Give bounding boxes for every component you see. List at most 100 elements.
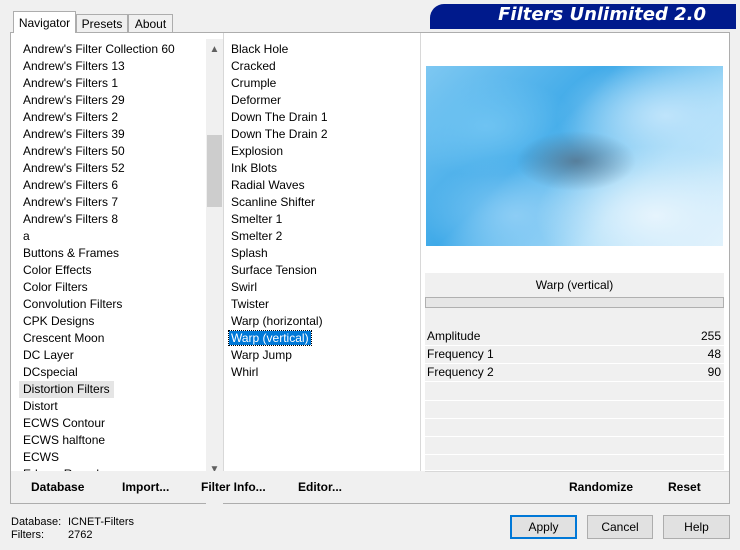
list-item[interactable]: Radial Waves: [227, 177, 417, 194]
empty-row: [425, 454, 724, 455]
apply-button[interactable]: Apply: [510, 515, 577, 539]
list-item[interactable]: Smelter 1: [227, 211, 417, 228]
import-button[interactable]: Import...: [122, 480, 169, 494]
list-item[interactable]: Color Filters: [19, 279, 204, 296]
parameter-slider-track[interactable]: [425, 297, 724, 308]
list-item[interactable]: Crescent Moon: [19, 330, 204, 347]
category-list[interactable]: Andrew's Filter Collection 60 Andrew's Fi…: [19, 41, 204, 473]
list-item[interactable]: Andrew's Filters 13: [19, 58, 204, 75]
chevron-up-icon[interactable]: ▲: [206, 41, 223, 58]
list-item-label: Down The Drain 2: [231, 127, 328, 141]
list-item[interactable]: Andrew's Filters 1: [19, 75, 204, 92]
preview-image: [426, 66, 723, 246]
list-item[interactable]: Splash: [227, 245, 417, 262]
list-item[interactable]: Warp (horizontal): [227, 313, 417, 330]
title-banner: Filters Unlimited 2.0: [430, 4, 736, 26]
list-item[interactable]: Andrew's Filter Collection 60: [19, 41, 204, 58]
list-item[interactable]: Buttons & Frames: [19, 245, 204, 262]
list-item-label: Scanline Shifter: [231, 195, 316, 209]
list-item-label: Splash: [231, 246, 268, 260]
list-item-label: Down The Drain 1: [231, 110, 328, 124]
parameter-name: Frequency 1: [427, 347, 494, 361]
list-item-label: Twister: [231, 297, 270, 311]
help-button[interactable]: Help: [663, 515, 730, 539]
list-item[interactable]: DC Layer: [19, 347, 204, 364]
list-item-label: Radial Waves: [231, 178, 305, 192]
list-item-label: Whirl: [231, 365, 259, 379]
parameter-row-frequency-1[interactable]: Frequency 1 48: [425, 346, 724, 364]
list-item[interactable]: Warp (vertical): [227, 330, 417, 347]
list-item[interactable]: Andrew's Filters 2: [19, 109, 204, 126]
list-item[interactable]: Warp Jump: [227, 347, 417, 364]
empty-row: [425, 400, 724, 401]
list-item[interactable]: Surface Tension: [227, 262, 417, 279]
list-item[interactable]: Whirl: [227, 364, 417, 381]
list-item[interactable]: Andrew's Filters 8: [19, 211, 204, 228]
list-item[interactable]: Andrew's Filters 39: [19, 126, 204, 143]
list-item-label: Deformer: [231, 93, 282, 107]
list-item[interactable]: Crumple: [227, 75, 417, 92]
list-item[interactable]: Andrew's Filters 52: [19, 160, 204, 177]
list-item[interactable]: Explosion: [227, 143, 417, 160]
filter-info-button[interactable]: Filter Info...: [201, 480, 266, 494]
scrollbar-thumb[interactable]: [207, 135, 222, 207]
list-item[interactable]: Twister: [227, 296, 417, 313]
list-item[interactable]: Andrew's Filters 50: [19, 143, 204, 160]
parameter-name: Frequency 2: [427, 365, 494, 379]
list-item[interactable]: DCspecial: [19, 364, 204, 381]
list-item-label: Smelter 2: [231, 229, 283, 243]
parameter-row-frequency-2[interactable]: Frequency 2 90: [425, 364, 724, 382]
database-button[interactable]: Database: [31, 480, 84, 494]
list-item[interactable]: ECWS Contour: [19, 415, 204, 432]
parameter-row-amplitude[interactable]: Amplitude 255: [425, 328, 724, 346]
list-item[interactable]: ECWS halftone: [19, 432, 204, 449]
list-item-label: Cracked: [231, 59, 276, 73]
list-item[interactable]: CPK Designs: [19, 313, 204, 330]
tab-presets[interactable]: Presets: [76, 14, 128, 32]
parameter-value: 90: [707, 365, 721, 379]
list-item-label: Warp (horizontal): [231, 314, 323, 328]
list-item[interactable]: Scanline Shifter: [227, 194, 417, 211]
parameter-value: 48: [707, 347, 721, 361]
list-item[interactable]: Smelter 2: [227, 228, 417, 245]
list-item[interactable]: Ink Blots: [227, 160, 417, 177]
list-item[interactable]: Distortion Filters: [19, 381, 114, 398]
randomize-button[interactable]: Randomize: [569, 480, 633, 494]
list-item-label: Warp (vertical): [228, 330, 312, 346]
list-item-label: Explosion: [231, 144, 284, 158]
filters-count-value: 2762: [68, 529, 93, 541]
list-item-label: Ink Blots: [231, 161, 278, 175]
list-item[interactable]: Andrew's Filters 7: [19, 194, 204, 211]
parameter-title: Warp (vertical): [535, 278, 614, 292]
list-item[interactable]: Down The Drain 2: [227, 126, 417, 143]
empty-row: [425, 418, 724, 419]
list-item[interactable]: Andrew's Filters 6: [19, 177, 204, 194]
database-label: Database:: [11, 516, 62, 528]
list-item[interactable]: Down The Drain 1: [227, 109, 417, 126]
list-item[interactable]: Deformer: [227, 92, 417, 109]
list-item-label: Warp Jump: [231, 348, 292, 362]
category-scrollbar[interactable]: ▲ ▼: [206, 39, 223, 505]
list-item[interactable]: Black Hole: [227, 41, 417, 58]
cancel-button[interactable]: Cancel: [587, 515, 653, 539]
list-item[interactable]: Andrew's Filters 29: [19, 92, 204, 109]
list-item[interactable]: Swirl: [227, 279, 417, 296]
parameter-name: Amplitude: [427, 329, 481, 343]
list-item[interactable]: Convolution Filters: [19, 296, 204, 313]
reset-button[interactable]: Reset: [668, 480, 701, 494]
filters-count-label: Filters:: [11, 529, 44, 541]
list-item-label: Smelter 1: [231, 212, 283, 226]
list-item[interactable]: a: [19, 228, 204, 245]
list-item[interactable]: Color Effects: [19, 262, 204, 279]
tab-navigator[interactable]: Navigator: [13, 11, 76, 33]
empty-row: [425, 436, 724, 437]
list-item[interactable]: Distort: [19, 398, 204, 415]
list-item[interactable]: ECWS: [19, 449, 204, 466]
tab-about[interactable]: About: [128, 14, 173, 32]
divider: [223, 33, 224, 471]
filter-list[interactable]: Black Hole Cracked Crumple Deformer Down The…: [227, 41, 417, 381]
editor-button[interactable]: Editor...: [298, 480, 342, 494]
list-item[interactable]: Cracked: [227, 58, 417, 75]
list-item-label: Crumple: [231, 76, 277, 90]
bottom-toolbar: Database Import... Filter Info... Editor…: [11, 471, 729, 503]
